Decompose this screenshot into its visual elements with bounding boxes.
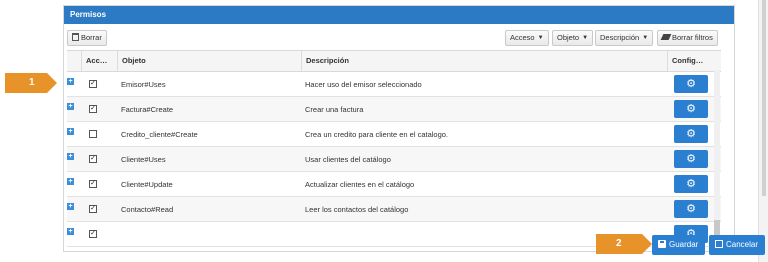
objeto-cell: Cliente#Uses	[121, 155, 166, 164]
caret-down-icon: ▼	[582, 35, 589, 41]
caret-down-icon: ▼	[537, 35, 544, 41]
expand-row-icon[interactable]: +	[67, 228, 74, 235]
config-button[interactable]: ⚙	[674, 200, 708, 218]
gear-icon: ⚙	[686, 178, 696, 190]
permissions-grid: Acc… Objeto Descripción Config… + ✓ Emis…	[67, 50, 721, 251]
column-header-config[interactable]: Config…	[667, 51, 721, 71]
expand-column-header	[67, 51, 81, 71]
delete-button[interactable]: Borrar	[67, 30, 107, 46]
grid-scrollbar[interactable]	[714, 70, 720, 246]
access-checkbox[interactable]: ✓	[89, 205, 97, 213]
column-header-acceso[interactable]: Acc…	[81, 51, 117, 71]
access-checkbox[interactable]: ✓	[89, 230, 97, 238]
gear-icon: ⚙	[686, 128, 696, 140]
config-button[interactable]: ⚙	[674, 175, 708, 193]
cancel-button[interactable]: Cancelar	[709, 235, 765, 255]
table-row: + ✓ Factura#Create Crear una factura ⚙	[67, 97, 721, 122]
access-checkbox[interactable]	[89, 130, 97, 138]
objeto-cell: Contacto#Read	[121, 205, 174, 214]
grid-header: Acc… Objeto Descripción Config…	[67, 51, 721, 72]
page-scrollbar[interactable]	[758, 0, 768, 262]
save-button[interactable]: Guardar	[652, 235, 705, 255]
gear-icon: ⚙	[686, 78, 696, 90]
step-callout-1-label: 1	[29, 77, 35, 88]
delete-button-label: Borrar	[81, 33, 102, 42]
filter-objeto-label: Objeto	[557, 33, 580, 42]
table-row: + ✓ Contacto#Read Leer los contactos del…	[67, 197, 721, 222]
filter-acceso[interactable]: Acceso ▼	[505, 30, 549, 46]
cancel-icon	[715, 240, 723, 248]
table-row: + ✓ Emisor#Uses Hacer uso del emisor sel…	[67, 72, 721, 97]
descripcion-cell: Actualizar clientes en el catálogo	[305, 180, 415, 189]
access-checkbox[interactable]: ✓	[89, 180, 97, 188]
expand-row-icon[interactable]: +	[67, 78, 74, 85]
panel-title: Permisos	[64, 6, 734, 24]
toolbar: Borrar Acceso ▼ Objeto ▼ Descripción ▼ Borr…	[64, 30, 734, 48]
descripcion-cell: Leer los contactos del catálogo	[305, 205, 409, 214]
gear-icon: ⚙	[686, 153, 696, 165]
expand-row-icon[interactable]: +	[67, 203, 74, 210]
table-row: + Credito_cliente#Create Crea un credito…	[67, 122, 721, 147]
descripcion-cell: Usar clientes del catálogo	[305, 155, 391, 164]
expand-row-icon[interactable]: +	[67, 153, 74, 160]
objeto-cell: Credito_cliente#Create	[121, 130, 198, 139]
access-checkbox[interactable]: ✓	[89, 155, 97, 163]
clear-filters-label: Borrar filtros	[672, 33, 713, 42]
eraser-icon	[660, 34, 672, 40]
expand-row-icon[interactable]: +	[67, 103, 74, 110]
filter-acceso-label: Acceso	[510, 33, 535, 42]
page-scrollbar-thumb[interactable]	[762, 0, 766, 196]
step-callout-2: 2	[596, 234, 652, 254]
cancel-button-label: Cancelar	[726, 240, 759, 249]
column-header-objeto[interactable]: Objeto	[117, 51, 301, 71]
expand-row-icon[interactable]: +	[67, 178, 74, 185]
objeto-cell: Cliente#Update	[121, 180, 173, 189]
objeto-cell: Emisor#Uses	[121, 80, 166, 89]
caret-down-icon: ▼	[642, 35, 649, 41]
gear-icon: ⚙	[686, 103, 696, 115]
permissions-panel: Permisos Borrar Acceso ▼ Objeto ▼ Descripc…	[63, 5, 735, 252]
expand-row-icon[interactable]: +	[67, 128, 74, 135]
config-button[interactable]: ⚙	[674, 100, 708, 118]
config-button[interactable]: ⚙	[674, 125, 708, 143]
page-left-margin	[0, 0, 58, 262]
table-row: + ✓ Cliente#Uses Usar clientes del catál…	[67, 147, 721, 172]
descripcion-cell: Crea un credito para cliente en el catal…	[305, 130, 449, 139]
trash-icon	[72, 33, 79, 41]
config-button[interactable]: ⚙	[674, 75, 708, 93]
save-button-label: Guardar	[669, 240, 699, 249]
step-callout-1: 1	[5, 73, 57, 93]
clear-filters-button[interactable]: Borrar filtros	[657, 30, 718, 46]
descripcion-cell: Crear una factura	[305, 105, 364, 114]
objeto-cell: Factura#Create	[121, 105, 174, 114]
table-row: + ✓ Cliente#Update Actualizar clientes e…	[67, 172, 721, 197]
floppy-icon	[658, 240, 666, 248]
config-button[interactable]: ⚙	[674, 150, 708, 168]
access-checkbox[interactable]: ✓	[89, 80, 97, 88]
step-callout-2-label: 2	[616, 238, 622, 249]
filter-descripcion-label: Descripción	[600, 33, 640, 42]
access-checkbox[interactable]: ✓	[89, 105, 97, 113]
descripcion-cell: Hacer uso del emisor seleccionado	[305, 80, 422, 89]
filter-descripcion[interactable]: Descripción ▼	[595, 30, 654, 46]
column-header-descripcion[interactable]: Descripción	[301, 51, 667, 71]
filter-objeto[interactable]: Objeto ▼	[552, 30, 594, 46]
gear-icon: ⚙	[686, 203, 696, 215]
